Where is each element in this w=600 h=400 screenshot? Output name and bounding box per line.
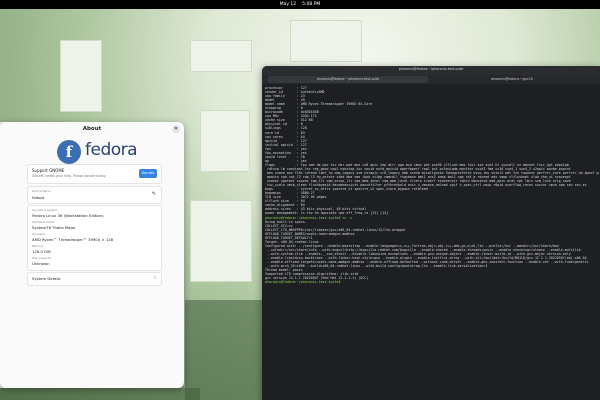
wallpaper-building — [190, 40, 252, 72]
terminal-tab-2[interactable]: phoronix@fedora:~/gcc10 — [432, 76, 592, 83]
terminal-tabs: phoronix@fedora:~/phoronix-test-suite ph… — [262, 75, 600, 84]
disk-capacity-value: Unknown — [32, 261, 50, 266]
disk-capacity-label: Disk Capacity — [32, 256, 52, 260]
system-details-label: System Details — [32, 276, 61, 281]
os-value: Fedora Linux 36 (Workstation Edition) — [32, 213, 104, 218]
wallpaper-building — [190, 200, 252, 282]
top-bar: May 12 5:08 PM — [0, 0, 600, 9]
date-label[interactable]: May 12 — [280, 2, 296, 7]
device-name-value: fedora — [32, 195, 45, 200]
system-info-card: Operating System Fedora Linux 36 (Workst… — [27, 205, 162, 271]
support-subtext: GNOME needs your help. Please donate tod… — [32, 174, 107, 178]
edit-pencil-icon[interactable]: ✎ — [152, 191, 156, 197]
chevron-right-icon: › — [154, 275, 156, 281]
os-label: Operating System — [32, 208, 58, 212]
terminal-tab-1[interactable]: phoronix@fedora:~/phoronix-test-suite — [268, 76, 428, 83]
donate-button[interactable]: Donate — [139, 169, 157, 178]
processor-value: AMD Ryzen™ Threadripper™ 3990X × 128 — [32, 237, 114, 242]
wallpaper-building — [60, 40, 102, 112]
support-gnome-card: Support GNOME GNOME needs your help. Ple… — [27, 164, 162, 184]
about-title: About — [82, 126, 102, 132]
processor-label: Processor — [32, 232, 46, 236]
wallpaper-shadow — [185, 300, 265, 400]
wallpaper-building — [200, 110, 250, 172]
terminal-window[interactable]: phoronix@fedora:~/phoronix-test-suite ph… — [262, 66, 600, 400]
fedora-infinity-icon: f — [57, 140, 81, 164]
hardware-model-label: Hardware Model — [32, 220, 55, 224]
terminal-header: phoronix@fedora:~/phoronix-test-suite — [262, 66, 600, 75]
close-icon: ✕ — [173, 126, 179, 132]
device-name-label: Device Name — [32, 189, 51, 193]
terminal-title: phoronix@fedora:~/phoronix-test-suite — [398, 67, 464, 71]
memory-label: Memory — [32, 244, 44, 248]
fedora-wordmark: fedora — [85, 140, 138, 160]
time-label[interactable]: 5:08 PM — [302, 2, 320, 7]
close-button[interactable]: ✕ — [172, 125, 180, 133]
terminal-output[interactable]: processor : 127 vendor_id : AuthenticAMD c… — [265, 86, 599, 398]
device-name-row[interactable]: Device Name fedora ✎ — [27, 186, 162, 204]
terminal-line: phoronix@fedora:~/phoronix-test-suite$ — [265, 280, 343, 285]
wallpaper-shadow — [0, 388, 200, 400]
system-details-row[interactable]: System Details › — [27, 272, 162, 286]
support-heading: Support GNOME — [32, 168, 65, 173]
memory-value: 126.0 GiB — [32, 249, 51, 254]
hardware-model-value: System76 Thelio Major — [32, 225, 76, 230]
wallpaper-building — [290, 20, 362, 62]
